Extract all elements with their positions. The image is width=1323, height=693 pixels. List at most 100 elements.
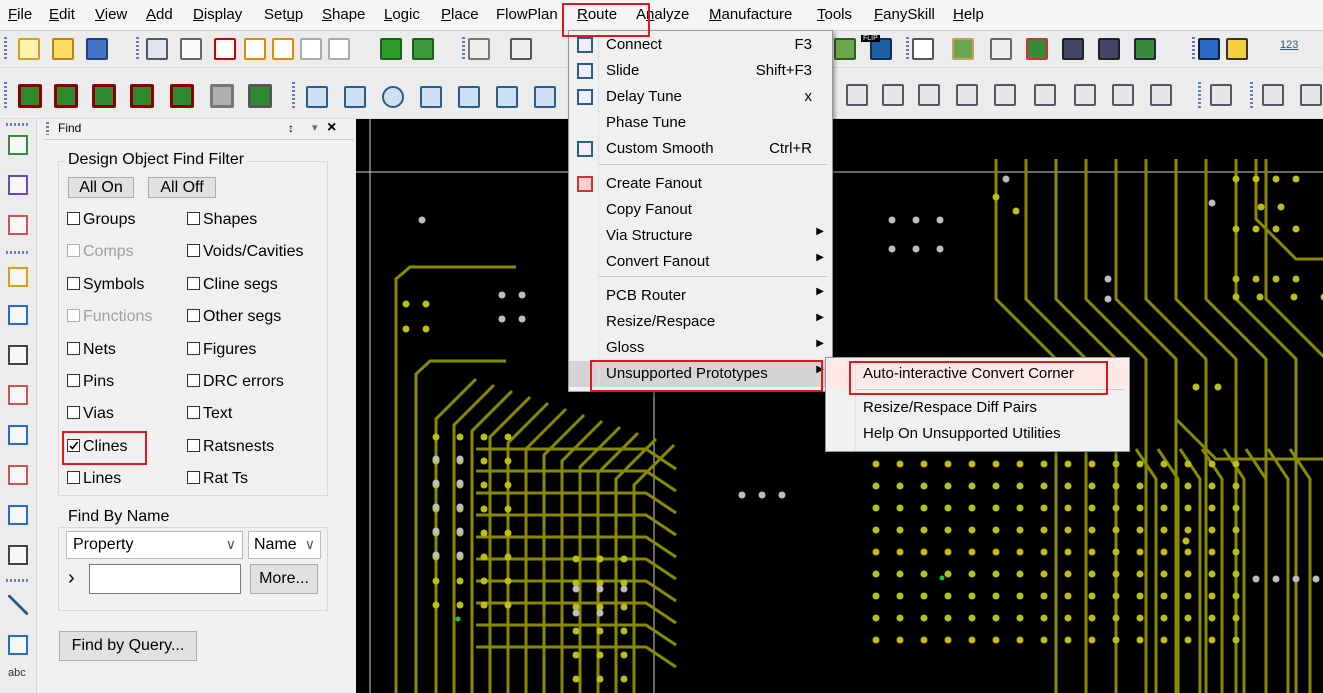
pad-icon[interactable] — [8, 215, 28, 235]
swap-gates-icon[interactable] — [994, 84, 1016, 106]
undo-list-icon[interactable] — [300, 38, 322, 60]
test-point-icon[interactable] — [1112, 84, 1134, 106]
checkbox-lines[interactable]: Lines — [67, 470, 121, 488]
checkbox-vias[interactable]: Vias — [67, 405, 114, 423]
menu-setup[interactable]: Setup — [264, 6, 303, 23]
grid-snap-icon[interactable] — [912, 38, 934, 60]
route-menu-item-phase-tune[interactable]: Phase Tune — [569, 110, 832, 136]
find-by-query-button[interactable]: Find by Query... — [59, 631, 197, 661]
name-input[interactable] — [89, 564, 241, 594]
redo-list-icon[interactable] — [328, 38, 350, 60]
checkbox-box[interactable] — [67, 471, 80, 485]
rect-shape-icon[interactable] — [344, 86, 366, 108]
globe-icon[interactable] — [1134, 38, 1156, 60]
list-icon[interactable] — [8, 465, 28, 485]
frame-icon[interactable] — [458, 86, 480, 108]
rectangle-icon[interactable] — [8, 635, 28, 655]
info-icon[interactable] — [1198, 38, 1220, 60]
route-menu-item-gloss[interactable]: Gloss ▶ — [569, 335, 832, 361]
line-icon[interactable] — [8, 595, 28, 615]
stretch-icon[interactable] — [8, 305, 28, 325]
layer-visibility-icon[interactable] — [130, 84, 154, 108]
checkbox-box[interactable] — [187, 244, 200, 258]
expand-arrow-icon[interactable]: › — [68, 567, 75, 590]
menu-help[interactable]: Help — [953, 6, 984, 23]
route-menu-item-create-fanout[interactable]: Create Fanout — [569, 171, 832, 197]
checkbox-drc-errors[interactable]: DRC errors — [187, 373, 284, 391]
bookmark-icon[interactable] — [1300, 84, 1322, 106]
new-file-icon[interactable] — [18, 38, 40, 60]
menu-file[interactable]: File — [8, 6, 32, 23]
checkbox-groups[interactable]: Groups — [67, 211, 135, 229]
checkbox-box[interactable] — [67, 212, 80, 225]
route-menu-item-delay-tune[interactable]: Delay Tune x — [569, 84, 832, 110]
menu-display[interactable]: Display — [193, 6, 242, 23]
select-arrow-icon[interactable] — [420, 86, 442, 108]
flip-icon[interactable] — [834, 38, 856, 60]
add-text-icon[interactable]: abc — [8, 667, 26, 679]
tune-icon[interactable] — [8, 545, 28, 565]
stack-icon[interactable] — [1026, 38, 1048, 60]
checkbox-ratsnests[interactable]: Ratsnests — [187, 438, 274, 456]
route-menu-item-unsupported-prototypes[interactable]: Unsupported Prototypes ▶ — [569, 361, 832, 387]
menu-shape[interactable]: Shape — [322, 6, 365, 23]
menu-flowplan[interactable]: FlowPlan — [496, 6, 558, 23]
menu-fanyskill[interactable]: FanySkill — [874, 6, 935, 23]
close-icon[interactable]: × — [327, 119, 336, 137]
camera-icon[interactable] — [956, 84, 978, 106]
submenu-item-help-on-unsupported-utilities[interactable]: Help On Unsupported Utilities — [826, 421, 1129, 447]
color-icon[interactable] — [952, 38, 974, 60]
grid-view-icon[interactable] — [468, 38, 490, 60]
layer-visibility-icon[interactable] — [210, 84, 234, 108]
checkbox-rat-ts[interactable]: Rat Ts — [187, 470, 248, 488]
diagram-icon[interactable] — [1074, 84, 1096, 106]
checkbox-figures[interactable]: Figures — [187, 341, 256, 359]
checkbox-box[interactable] — [187, 438, 200, 452]
route-icon[interactable] — [8, 267, 28, 287]
pin-tool-icon[interactable] — [412, 38, 434, 60]
undo-icon[interactable] — [244, 38, 266, 60]
smooth-icon[interactable] — [8, 385, 28, 405]
checkbox-box[interactable] — [187, 276, 200, 290]
help-icon[interactable] — [1226, 38, 1248, 60]
delay-tune-icon[interactable] — [8, 345, 28, 365]
ecm-icon[interactable] — [1062, 38, 1084, 60]
copy-icon[interactable] — [180, 38, 202, 60]
zoom-grid-icon[interactable] — [510, 38, 532, 60]
arrow-icon[interactable] — [8, 425, 28, 445]
checkbox-box[interactable] — [187, 212, 200, 225]
checkbox-box[interactable] — [187, 341, 200, 355]
menu-manufacture[interactable]: Manufacture — [709, 6, 792, 23]
route-menu-item-via-structure[interactable]: Via Structure ▶ — [569, 223, 832, 249]
layer-visibility-icon[interactable] — [18, 84, 42, 108]
route-menu-item-resize-respace[interactable]: Resize/Respace ▶ — [569, 309, 832, 335]
matrix-icon[interactable] — [1150, 84, 1172, 106]
layer-visibility-icon[interactable] — [248, 84, 272, 108]
menu-analyze[interactable]: Analyze — [636, 6, 689, 23]
layer-visibility-icon[interactable] — [92, 84, 116, 108]
circle-shape-icon[interactable] — [382, 86, 404, 108]
pin-icon[interactable]: ↕ — [288, 121, 294, 135]
checkbox-voids-cavities[interactable]: Voids/Cavities — [187, 243, 304, 261]
report-icon[interactable] — [1262, 84, 1284, 106]
checkbox-box[interactable] — [67, 341, 80, 355]
redo-icon[interactable] — [272, 38, 294, 60]
name-select[interactable]: Name ∨ — [248, 531, 321, 559]
save-icon[interactable] — [86, 38, 108, 60]
open-folder-icon[interactable] — [52, 38, 74, 60]
waveform-icon[interactable] — [1210, 84, 1232, 106]
submenu-item-auto-interactive-convert-corner[interactable]: Auto-interactive Convert Corner — [826, 361, 1129, 387]
checkbox-box[interactable] — [187, 406, 200, 420]
checkbox-clines[interactable]: Clines — [67, 438, 127, 456]
move-icon[interactable] — [146, 38, 168, 60]
checkbox-pins[interactable]: Pins — [67, 373, 114, 391]
menu-route[interactable]: Route — [577, 6, 617, 23]
checkbox-shapes[interactable]: Shapes — [187, 211, 257, 229]
component-icon[interactable] — [8, 135, 28, 155]
route-menu-item-pcb-router[interactable]: PCB Router ▶ — [569, 283, 832, 309]
flag-icon[interactable] — [1034, 84, 1056, 106]
u1-icon[interactable] — [8, 175, 28, 195]
pin-swap-icon[interactable] — [918, 84, 940, 106]
component-flip-icon[interactable] — [882, 84, 904, 106]
checkbox-cline-segs[interactable]: Cline segs — [187, 276, 278, 294]
